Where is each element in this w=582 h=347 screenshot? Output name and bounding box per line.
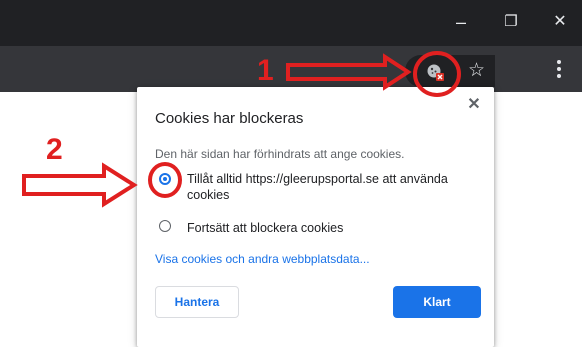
allow-cookies-radio[interactable] [159,173,171,185]
keep-blocking-label[interactable]: Fortsätt att blockera cookies [187,220,343,236]
kebab-menu-icon[interactable] [556,60,562,82]
keep-blocking-radio[interactable] [159,220,171,232]
allow-cookies-label[interactable]: Tillåt alltid https://gleerupsportal.se … [187,171,487,203]
popup-description: Den här sidan har förhindrats att ange c… [155,147,405,161]
title-bar: – ❐ ✕ [0,0,582,46]
restore-button[interactable]: ❐ [499,12,523,32]
popup-title: Cookies har blockeras [155,110,304,127]
view-cookies-link[interactable]: Visa cookies och andra webbplatsdata... [155,252,370,266]
minimize-button[interactable]: – [449,12,473,32]
done-button[interactable]: Klart [393,286,481,318]
close-window-button[interactable]: ✕ [548,12,572,32]
step-1-label: 1 [257,54,274,87]
manage-button[interactable]: Hantera [155,286,239,318]
cookie-blocked-icon[interactable] [425,62,445,82]
bookmark-star-icon[interactable]: ☆ [468,59,485,83]
close-icon[interactable]: ✕ [464,95,484,115]
cookies-blocked-popup: Cookies har blockeras ✕ Den här sidan ha… [137,87,494,347]
step-2-label: 2 [46,133,63,166]
